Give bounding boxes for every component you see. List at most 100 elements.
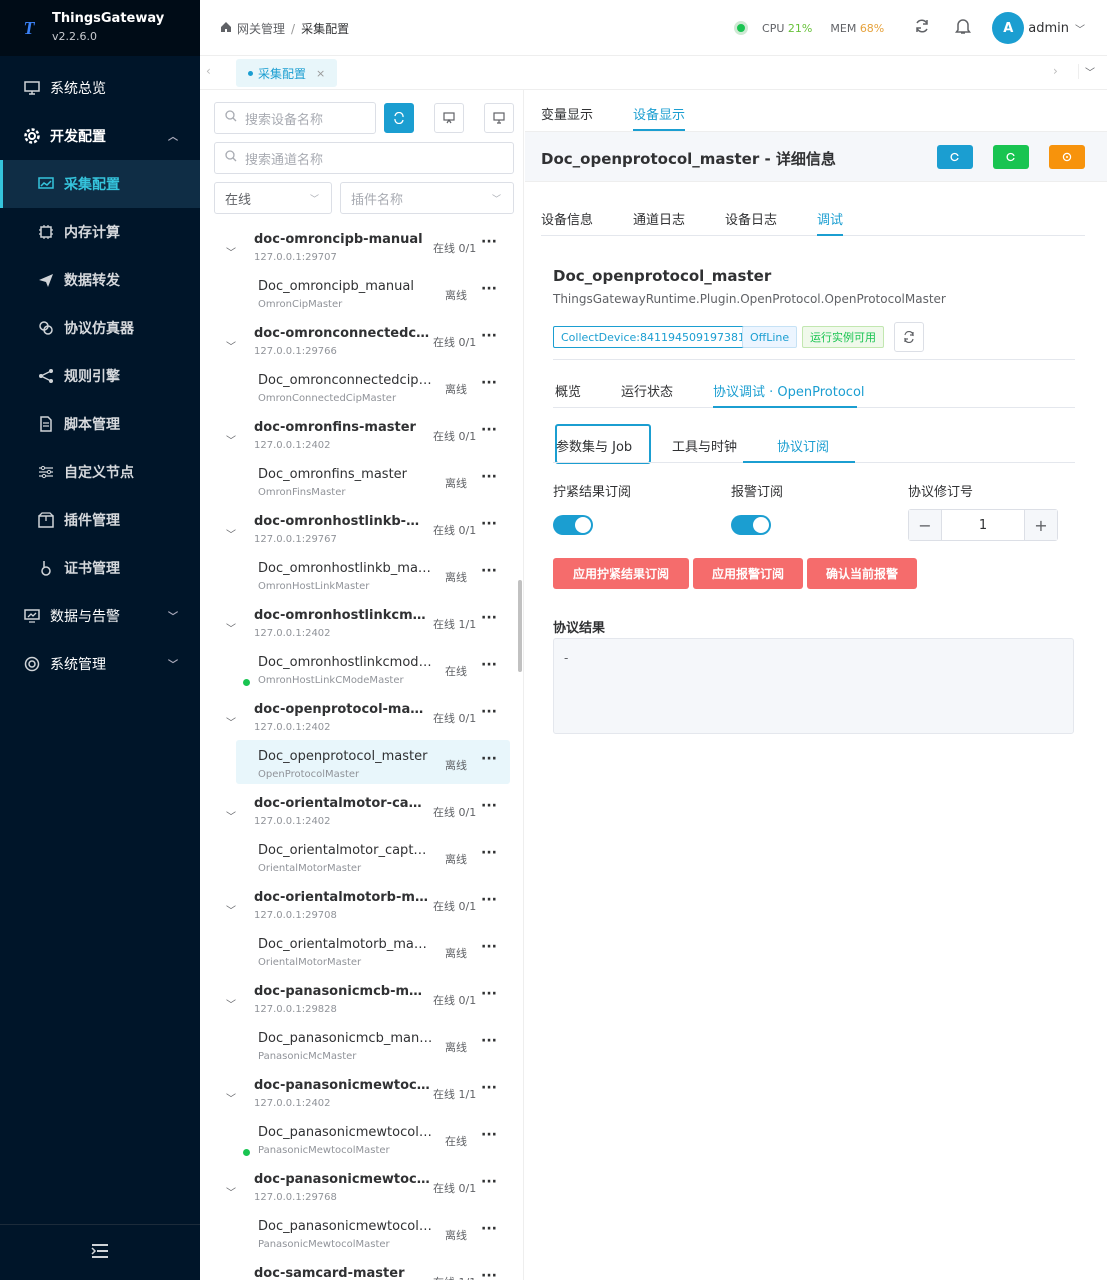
tabs-scroll-left-icon[interactable]: ‹ xyxy=(206,64,211,78)
alarm-subscribe-toggle[interactable] xyxy=(731,515,771,535)
bell-icon[interactable] xyxy=(954,17,972,39)
tab-devices[interactable]: 设备显示 xyxy=(633,104,685,123)
chevron-down-icon[interactable]: ﹀ xyxy=(226,902,236,917)
sidebar-item-overview[interactable]: 系统总览 xyxy=(0,64,200,112)
tab-protocol-debug[interactable]: 协议调试 · OpenProtocol xyxy=(713,381,865,400)
chevron-down-icon[interactable]: ﹀ xyxy=(226,526,236,541)
more-icon[interactable]: ··· xyxy=(481,1268,497,1280)
more-icon[interactable]: ··· xyxy=(481,610,497,626)
device-node[interactable]: Doc_openprotocol_master OpenProtocolMaste… xyxy=(200,740,518,797)
more-icon[interactable]: ··· xyxy=(481,516,497,532)
channel-node[interactable]: ﹀ doc-panasonicmcb-manual 127.0.0.1:29828 在… xyxy=(200,984,518,1032)
more-icon[interactable]: ··· xyxy=(481,469,497,485)
refresh-tree-button[interactable] xyxy=(384,103,414,133)
sidebar-item-plugins[interactable]: 插件管理 xyxy=(0,496,200,544)
chevron-down-icon[interactable]: ﹀ xyxy=(226,996,236,1011)
more-icon[interactable]: ··· xyxy=(481,892,497,908)
sidebar-item-rules[interactable]: 规则引擎 xyxy=(0,352,200,400)
monitor-button[interactable] xyxy=(484,103,514,133)
sidebar-item-memory[interactable]: 内存计算 xyxy=(0,208,200,256)
more-icon[interactable]: ··· xyxy=(481,1127,497,1143)
device-node[interactable]: Doc_omronhostlinkb_manual OmronHostLinkMa… xyxy=(200,561,518,609)
channel-node[interactable]: ﹀ doc-omronfins-master 127.0.0.1:2402 在线 0/… xyxy=(200,420,518,468)
sidebar-item-scripts[interactable]: 脚本管理 xyxy=(0,400,200,448)
device-node[interactable]: Doc_omroncipb_manual OmronCipMaster 离线 ··· xyxy=(200,279,518,327)
search-channel-input[interactable]: 搜索通道名称 xyxy=(214,142,514,174)
more-icon[interactable]: ··· xyxy=(481,422,497,438)
chevron-down-icon[interactable]: ﹀ xyxy=(226,432,236,447)
chevron-down-icon[interactable]: ﹀ xyxy=(226,338,236,353)
refresh-button[interactable] xyxy=(914,18,930,38)
more-icon[interactable]: ··· xyxy=(481,751,497,767)
sidebar-item-simulator[interactable]: 协议仿真器 xyxy=(0,304,200,352)
tab-tools-clock[interactable]: 工具与时钟 xyxy=(672,436,737,455)
more-icon[interactable]: ··· xyxy=(481,1080,497,1096)
device-node[interactable]: Doc_panasonicmcb_manual PanasonicMcMaster… xyxy=(200,1031,518,1079)
more-icon[interactable]: ··· xyxy=(481,328,497,344)
more-icon[interactable]: ··· xyxy=(481,657,497,673)
chevron-down-icon[interactable]: ﹀ xyxy=(226,808,236,823)
collapse-sidebar-button[interactable] xyxy=(0,1224,200,1280)
sidebar-item-custom-node[interactable]: 自定义节点 xyxy=(0,448,200,496)
sidebar-item-system[interactable]: 系统管理 ﹀ xyxy=(0,640,200,688)
more-icon[interactable]: ··· xyxy=(481,939,497,955)
scrollbar[interactable] xyxy=(518,580,522,672)
increment-button[interactable]: + xyxy=(1025,510,1057,540)
apply-tighten-subscribe-button[interactable]: 应用拧紧结果订阅 xyxy=(553,558,689,589)
pause-button[interactable] xyxy=(1049,145,1085,169)
tab-variables[interactable]: 变量显示 xyxy=(541,104,593,123)
more-icon[interactable]: ··· xyxy=(481,1033,497,1049)
plugin-select[interactable]: 插件名称 ﹀ xyxy=(340,182,514,214)
status-select[interactable]: 在线 ﹀ xyxy=(214,182,332,214)
tab-channel-log[interactable]: 通道日志 xyxy=(633,209,685,228)
tab-device-log[interactable]: 设备日志 xyxy=(725,209,777,228)
refresh-button[interactable] xyxy=(937,145,973,169)
more-icon[interactable]: ··· xyxy=(481,986,497,1002)
channel-node[interactable]: ﹀ doc-omronhostlinkcmode-... 127.0.0.1:240… xyxy=(200,608,518,656)
sidebar-item-dev-config[interactable]: 开发配置 ︿ xyxy=(0,112,200,160)
sidebar-item-collect-config[interactable]: 采集配置 xyxy=(0,160,200,208)
sidebar-item-certs[interactable]: 证书管理 xyxy=(0,544,200,592)
more-icon[interactable]: ··· xyxy=(481,234,497,250)
chevron-down-icon[interactable]: ﹀ xyxy=(1075,21,1085,36)
more-icon[interactable]: ··· xyxy=(481,563,497,579)
tab-debug[interactable]: 调试 xyxy=(817,209,843,228)
more-icon[interactable]: ··· xyxy=(481,704,497,720)
device-node[interactable]: Doc_panasonicmewtocolb_m... PanasonicMewt… xyxy=(200,1219,518,1267)
channel-node[interactable]: ﹀ doc-omroncipb-manual 127.0.0.1:29707 在线 0… xyxy=(200,232,518,280)
export-button[interactable] xyxy=(434,103,464,133)
chevron-down-icon[interactable]: ﹀ xyxy=(226,1184,236,1199)
device-node[interactable]: Doc_omronhostlinkcmode_m... OmronHostLink… xyxy=(200,655,518,703)
protocol-revision-value[interactable]: 1 xyxy=(941,510,1025,540)
close-icon[interactable]: × xyxy=(316,67,325,80)
search-device-input[interactable]: 搜索设备名称 xyxy=(214,102,376,134)
device-node[interactable]: Doc_omronconnectedcipb_m... OmronConnecte… xyxy=(200,373,518,421)
decrement-button[interactable]: − xyxy=(909,510,941,540)
chevron-down-icon[interactable]: ﹀ xyxy=(226,1090,236,1105)
tabs-scroll-right-icon[interactable]: › xyxy=(1053,64,1058,78)
channel-node[interactable]: ﹀ doc-panasonicmewtocolb-... 127.0.0.1:297… xyxy=(200,1172,518,1220)
more-icon[interactable]: ··· xyxy=(481,845,497,861)
channel-node[interactable]: ﹀ doc-omronhostlinkb-manual 127.0.0.1:2976… xyxy=(200,514,518,562)
refresh-device-button[interactable] xyxy=(894,322,924,352)
chevron-down-icon[interactable]: ﹀ xyxy=(226,714,236,729)
sidebar-item-forward[interactable]: 数据转发 xyxy=(0,256,200,304)
tab-protocol-subscribe[interactable]: 协议订阅 xyxy=(777,436,829,455)
channel-node[interactable]: ﹀doc-samcard-master在线 1/1··· xyxy=(200,1266,518,1280)
channel-node[interactable]: ﹀ doc-orientalmotorb-manual 127.0.0.1:2970… xyxy=(200,890,518,938)
channel-node[interactable]: ﹀ doc-panasonicmewtocol-c... 127.0.0.1:240… xyxy=(200,1078,518,1126)
device-node[interactable]: Doc_panasonicmewtocol_cap... PanasonicMew… xyxy=(200,1125,518,1173)
tab-collect-config[interactable]: 采集配置 × xyxy=(236,59,338,87)
channel-node[interactable]: ﹀ doc-omronconnectedcipb-... 127.0.0.1:297… xyxy=(200,326,518,374)
tabs-menu-icon[interactable]: ﹀ xyxy=(1078,64,1095,79)
more-icon[interactable]: ··· xyxy=(481,1174,497,1190)
device-node[interactable]: Doc_omronfins_master OmronFinsMaster 离线 ··· xyxy=(200,467,518,515)
ack-alarm-button[interactable]: 确认当前报警 xyxy=(807,558,917,589)
chevron-down-icon[interactable]: ﹀ xyxy=(226,244,236,259)
tab-run-state[interactable]: 运行状态 xyxy=(621,381,673,400)
more-icon[interactable]: ··· xyxy=(481,798,497,814)
more-icon[interactable]: ··· xyxy=(481,1221,497,1237)
chevron-down-icon[interactable]: ﹀ xyxy=(226,620,236,635)
apply-alarm-subscribe-button[interactable]: 应用报警订阅 xyxy=(693,558,803,589)
device-node[interactable]: Doc_orientalmotorb_manual OrientalMotorMa… xyxy=(200,937,518,985)
